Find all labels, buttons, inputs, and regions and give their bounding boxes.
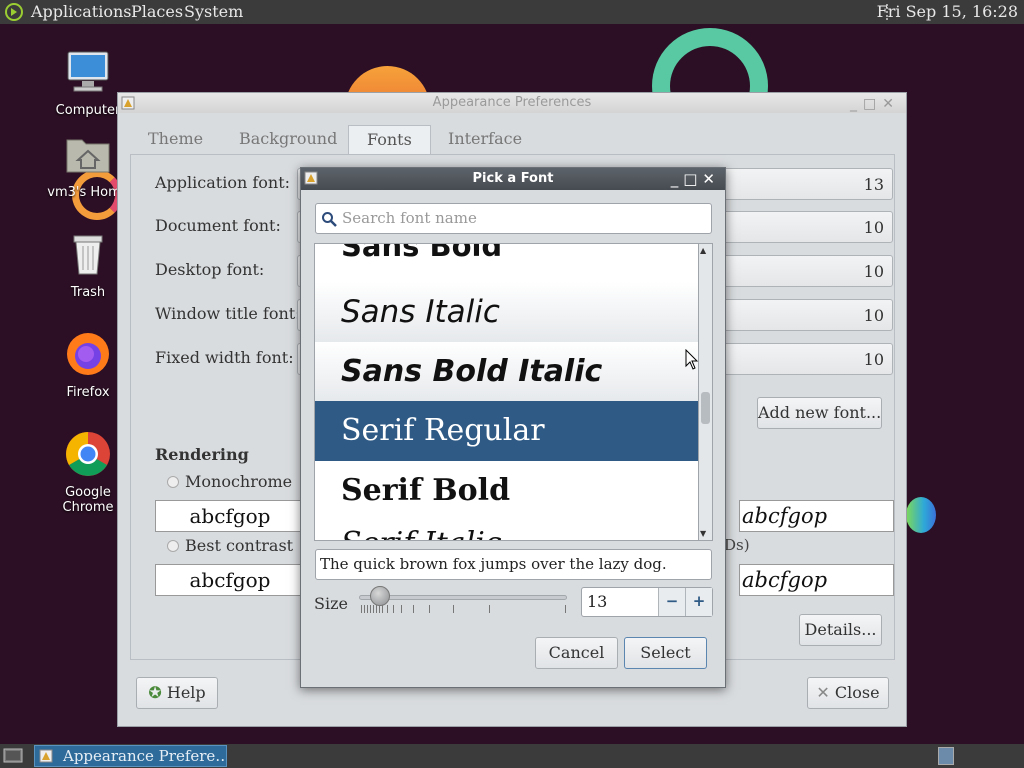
font-search-field[interactable]: Search font name <box>315 203 712 234</box>
document-font-label: Document font: <box>155 216 281 235</box>
decrease-size-button[interactable]: − <box>658 588 685 616</box>
size-spinbutton[interactable]: 13 − + <box>581 587 713 617</box>
details-button[interactable]: Details... <box>799 614 882 646</box>
font-size-value: 10 <box>863 306 884 325</box>
font-size-value: 10 <box>863 350 884 369</box>
close-label: Close <box>834 683 880 702</box>
appearance-app-icon <box>121 96 135 110</box>
appearance-app-icon <box>39 749 53 763</box>
help-button[interactable]: ✪ Help <box>136 677 218 709</box>
scroll-up-icon[interactable]: ▲ <box>700 246 706 255</box>
taskbar-button-label: Appearance Prefere… <box>63 747 227 765</box>
select-button[interactable]: Select <box>624 637 707 669</box>
bottom-panel: Appearance Prefere… <box>0 744 1024 768</box>
font-list-item[interactable]: Sans Bold <box>315 244 698 276</box>
font-size-value: 13 <box>863 175 884 194</box>
close-icon[interactable]: ✕ <box>882 96 900 112</box>
show-desktop-icon[interactable] <box>3 747 23 765</box>
dialog-title: Pick a Font <box>472 171 554 186</box>
places-menu[interactable]: Places <box>131 2 183 21</box>
font-list-item[interactable]: Sans Italic <box>315 282 698 342</box>
rendering-heading: Rendering <box>155 445 249 464</box>
subpixel-sample[interactable]: abcfgop <box>739 500 894 532</box>
scrollbar-thumb[interactable] <box>701 392 710 424</box>
taskbar-appearance-button[interactable]: Appearance Prefere… <box>34 745 227 767</box>
firefox-icon <box>67 333 109 375</box>
close-icon[interactable]: ✕ <box>702 170 720 188</box>
size-label: Size <box>314 594 348 613</box>
font-list[interactable]: Sans Bold Sans Italic Sans Bold Italic S… <box>314 243 699 541</box>
font-list-item[interactable]: Sans Bold Italic <box>315 342 698 402</box>
applications-menu[interactable]: Applications <box>31 2 131 21</box>
tab-background[interactable]: Background <box>221 125 355 155</box>
close-button[interactable]: ✕ Close <box>807 677 889 709</box>
maximize-icon[interactable]: □ <box>683 170 702 188</box>
chrome-icon <box>66 432 110 476</box>
system-menu[interactable]: System <box>184 2 243 21</box>
workspace-switcher[interactable] <box>938 747 954 765</box>
wallpaper-leaf <box>906 497 936 533</box>
home-folder-icon <box>66 139 110 173</box>
cancel-button[interactable]: Cancel <box>535 637 618 669</box>
radio-label: Best contrast <box>185 536 294 555</box>
help-label: Help <box>166 683 206 702</box>
size-value: 13 <box>587 592 608 611</box>
font-size-value: 10 <box>863 262 884 281</box>
tab-fonts[interactable]: Fonts <box>348 125 431 155</box>
size-slider-knob[interactable] <box>370 586 390 606</box>
font-list-scrollbar[interactable]: ▲ ▼ <box>699 243 713 541</box>
appearance-app-icon <box>304 171 318 185</box>
best-contrast-radio[interactable]: Best contrast <box>167 536 293 555</box>
subpixel-sample-2[interactable]: abcfgop <box>739 564 894 596</box>
font-preview-field[interactable]: The quick brown fox jumps over the lazy … <box>315 549 712 580</box>
distro-logo-icon[interactable] <box>4 2 24 22</box>
radio-indicator <box>167 540 179 552</box>
window-controls: _□✕ <box>850 94 900 114</box>
dialog-titlebar[interactable]: Pick a Font _□✕ <box>301 168 725 190</box>
minimize-icon[interactable]: _ <box>850 96 863 112</box>
tab-theme[interactable]: Theme <box>130 125 221 155</box>
help-icon: ✪ <box>148 683 162 702</box>
maximize-icon[interactable]: □ <box>863 96 882 112</box>
top-panel: Applications Places System Fri Sep 15, 1… <box>0 0 1024 24</box>
size-slider-track[interactable] <box>359 595 567 600</box>
best-contrast-sample[interactable]: abcfgop <box>155 564 305 596</box>
size-slider-ticks <box>359 605 569 615</box>
search-icon <box>322 212 337 227</box>
minimize-icon[interactable]: _ <box>671 170 684 188</box>
mouse-pointer-icon <box>685 349 699 370</box>
tab-interface[interactable]: Interface <box>430 125 540 155</box>
radio-indicator <box>167 476 179 488</box>
monochrome-sample[interactable]: abcfgop <box>155 500 305 532</box>
search-placeholder: Search font name <box>342 209 477 227</box>
computer-icon <box>67 51 109 92</box>
window-titlebar[interactable]: Appearance Preferences _□✕ <box>118 93 906 113</box>
dialog-window-controls: _□✕ <box>671 168 720 190</box>
window-title: Appearance Preferences <box>432 95 592 110</box>
add-new-font-button[interactable]: Add new font... <box>757 397 882 429</box>
option-label-fragment: Ds) <box>724 536 750 554</box>
monochrome-radio[interactable]: Monochrome <box>167 472 292 491</box>
fixed-width-font-label: Fixed width font: <box>155 348 294 367</box>
clock[interactable]: Fri Sep 15, 16:28 <box>877 2 1018 21</box>
font-list-item[interactable]: Serif Bold <box>315 461 698 521</box>
pick-font-dialog: Pick a Font _□✕ Search font name Sans Bo… <box>300 167 726 688</box>
desktop-font-label: Desktop font: <box>155 260 265 279</box>
font-list-item[interactable]: Serif Italic <box>315 514 698 540</box>
radio-label: Monochrome <box>185 472 293 491</box>
application-font-label: Application font: <box>155 173 291 192</box>
close-icon: ✕ <box>816 683 830 702</box>
font-list-item-selected[interactable]: Serif Regular <box>315 401 698 461</box>
font-size-value: 10 <box>863 218 884 237</box>
scroll-down-icon[interactable]: ▼ <box>700 529 706 538</box>
window-title-font-label: Window title font: <box>155 304 301 323</box>
increase-size-button[interactable]: + <box>685 588 712 616</box>
trash-icon <box>73 235 103 275</box>
